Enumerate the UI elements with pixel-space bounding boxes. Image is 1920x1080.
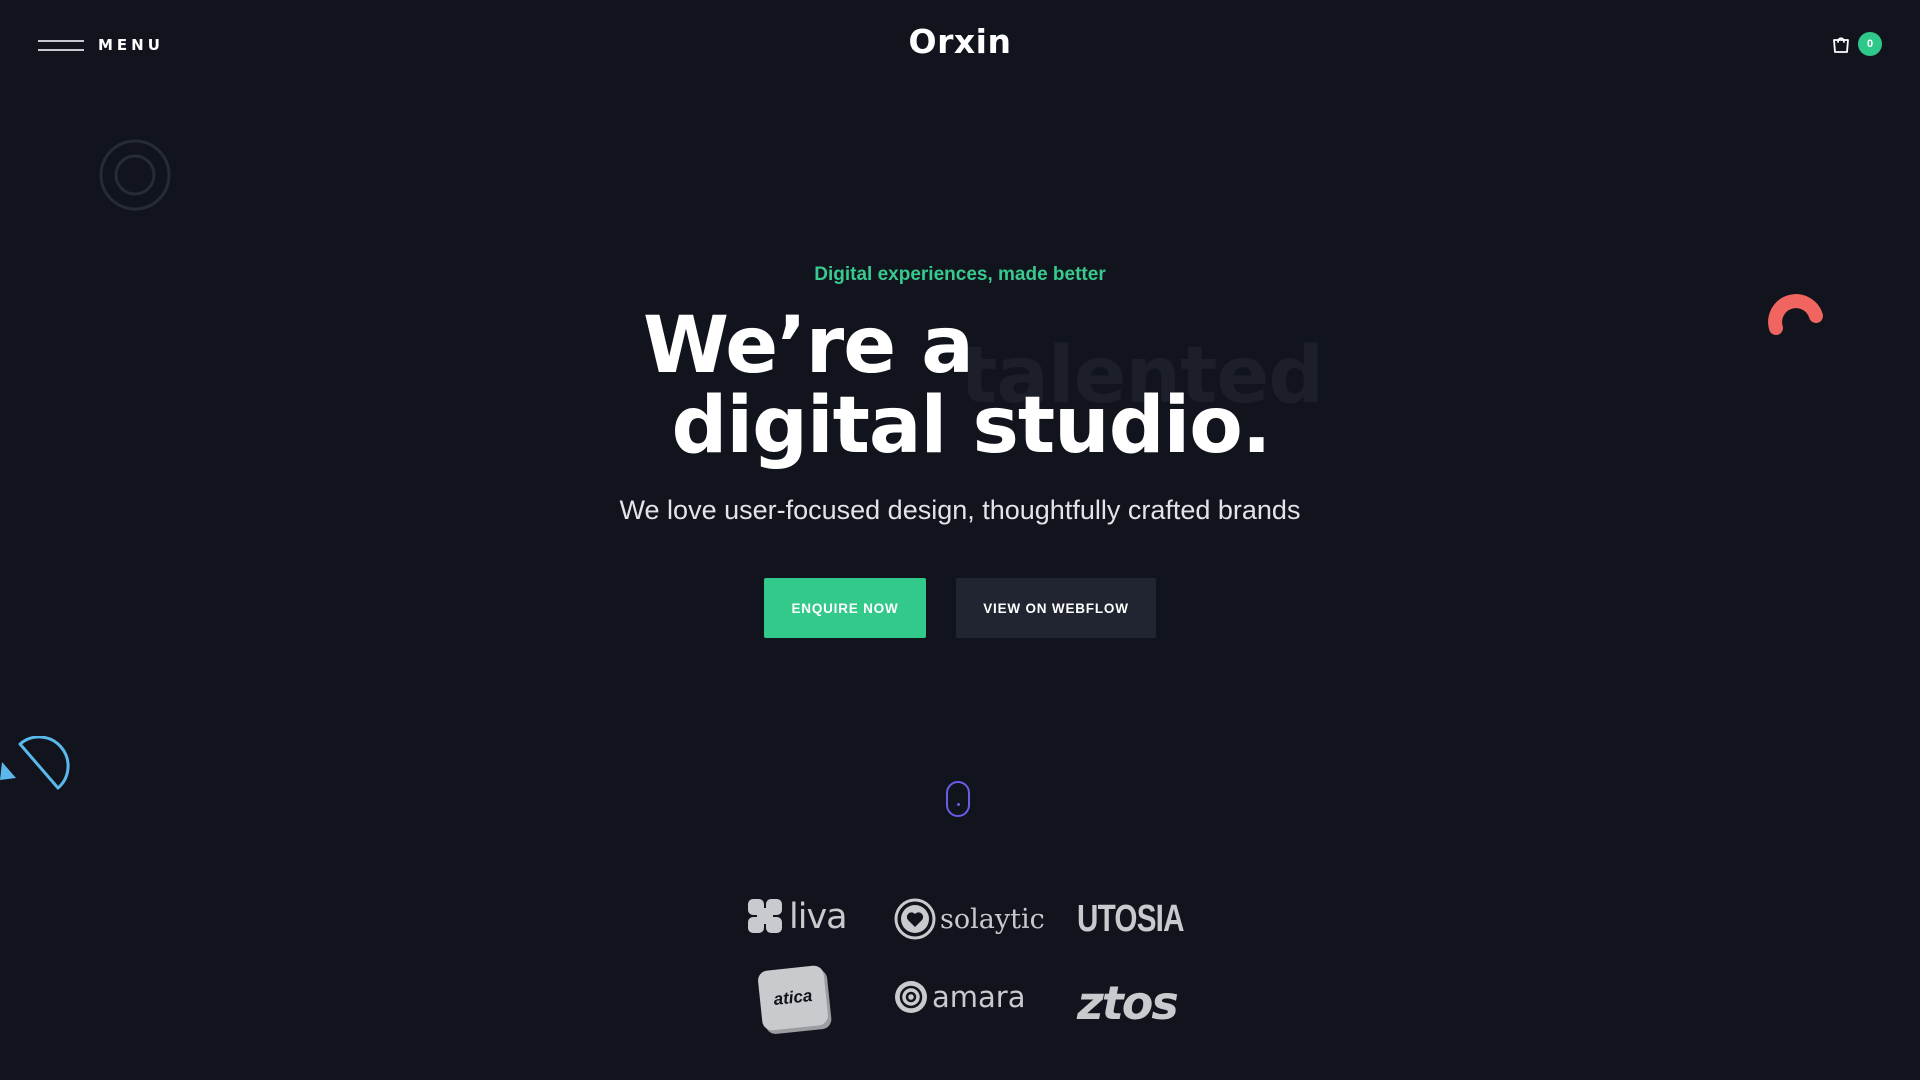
amara-wordmark: amara <box>932 980 1026 1014</box>
heart-badge-icon <box>894 898 936 940</box>
headline-line-2: digital studio. <box>671 381 1272 471</box>
liva-wordmark: liva <box>789 897 848 937</box>
coral-arc-decoration <box>1768 294 1823 335</box>
hero-eyebrow: Digital experiences, made better <box>814 264 1106 285</box>
view-on-webflow-button[interactable]: VIEW ON WEBFLOW <box>956 578 1156 638</box>
atica-badge: atica <box>757 964 829 1032</box>
mouse-scroll-icon[interactable] <box>946 781 970 817</box>
utosia-wordmark: UTOSIA <box>1077 898 1185 940</box>
atica-wordmark: atica <box>772 986 814 1009</box>
blue-semicircle-decoration <box>0 736 70 790</box>
site-logo[interactable]: Orxin <box>0 22 1920 61</box>
ztos-wordmark: ztos <box>1077 976 1179 1030</box>
client-logo-liva: liva <box>745 897 848 937</box>
hero-subtitle: We love user-focused design, thoughtfull… <box>619 495 1301 525</box>
headline-line-1: We’re a <box>643 301 974 391</box>
client-logo-solaytic: solaytic <box>894 898 1045 940</box>
client-logo-utosia: UTOSIA <box>1077 898 1214 941</box>
client-logo-atica: atica <box>757 964 829 1032</box>
shopping-bag-icon <box>1833 37 1849 53</box>
solaytic-wordmark: solaytic <box>940 903 1045 935</box>
client-logo-ztos: ztos <box>1077 976 1179 1030</box>
cart-count-badge: 0 <box>1858 32 1882 56</box>
enquire-now-button[interactable]: ENQUIRE NOW <box>764 578 926 638</box>
page: MENU Orxin 0 Digital experiences, made b… <box>0 0 1920 1080</box>
client-logo-amara: amara <box>894 980 1026 1014</box>
scroll-dot <box>957 803 960 806</box>
liva-mark-icon <box>748 899 782 933</box>
at-sign-badge-icon <box>895 981 927 1013</box>
concentric-circles-decoration <box>99 139 171 211</box>
cart-button[interactable]: 0 <box>1830 32 1882 56</box>
